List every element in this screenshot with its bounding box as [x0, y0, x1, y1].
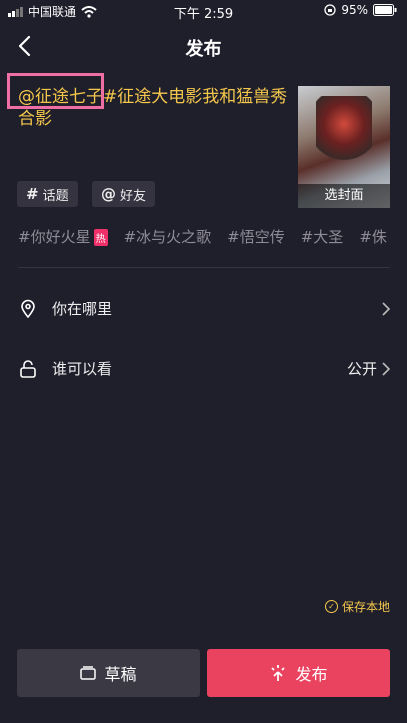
tag-item[interactable]: #侏 — [359, 226, 387, 247]
publish-button-label: 发布 — [295, 665, 328, 684]
hot-badge: 热 — [93, 229, 108, 246]
tag-item[interactable]: #大圣 — [301, 226, 344, 247]
nav-bar: 发布 — [0, 22, 407, 70]
friend-chip-label: 好友 — [120, 188, 147, 204]
chevron-right-icon — [382, 362, 391, 376]
draft-box-icon — [80, 666, 97, 680]
status-bar: 中国联通 下午 2:59 95% — [0, 0, 407, 22]
visibility-row[interactable]: 谁可以看 公开 — [0, 349, 407, 389]
save-local-label: 保存本地 — [341, 600, 390, 614]
location-label: 你在哪里 — [52, 300, 113, 318]
lock-icon — [20, 360, 36, 378]
location-row[interactable]: 你在哪里 — [0, 289, 407, 329]
chevron-right-icon — [382, 302, 391, 316]
publish-sparkle-icon — [271, 665, 286, 681]
publish-button[interactable]: 发布 — [207, 649, 390, 697]
orientation-lock-icon — [324, 4, 336, 16]
location-pin-icon — [21, 299, 35, 319]
draft-button[interactable]: 草稿 — [17, 649, 200, 697]
topic-chip[interactable]: # 话题 — [17, 181, 78, 207]
tag-item[interactable]: #你好火星热 — [18, 226, 108, 247]
suggested-tags: #你好火星热 #冰与火之歌 #悟空传 #大圣 #侏 — [18, 226, 407, 247]
hashtag-icon: # — [26, 185, 39, 203]
tag-item[interactable]: #悟空传 — [227, 226, 285, 247]
save-local-toggle[interactable]: ✓ 保存本地 — [324, 598, 390, 615]
tag-item[interactable]: #冰与火之歌 — [124, 226, 212, 247]
visibility-label: 谁可以看 — [52, 360, 113, 378]
divider — [18, 267, 390, 268]
check-circle-icon: ✓ — [324, 600, 338, 613]
page-title: 发布 — [185, 39, 222, 60]
choose-cover-label: 选封面 — [298, 184, 390, 208]
cover-image — [316, 96, 372, 166]
battery-icon — [373, 4, 397, 16]
status-right: 95% — [324, 3, 397, 17]
cover-thumbnail[interactable]: 选封面 — [298, 86, 390, 208]
battery-percent: 95% — [341, 3, 368, 17]
mention-highlight-box — [7, 73, 104, 109]
friend-chip[interactable]: @ 好友 — [92, 181, 156, 207]
visibility-value: 公开 — [346, 360, 377, 378]
at-icon: @ — [101, 185, 116, 203]
topic-chip-label: 话题 — [42, 188, 69, 204]
draft-button-label: 草稿 — [104, 665, 137, 684]
